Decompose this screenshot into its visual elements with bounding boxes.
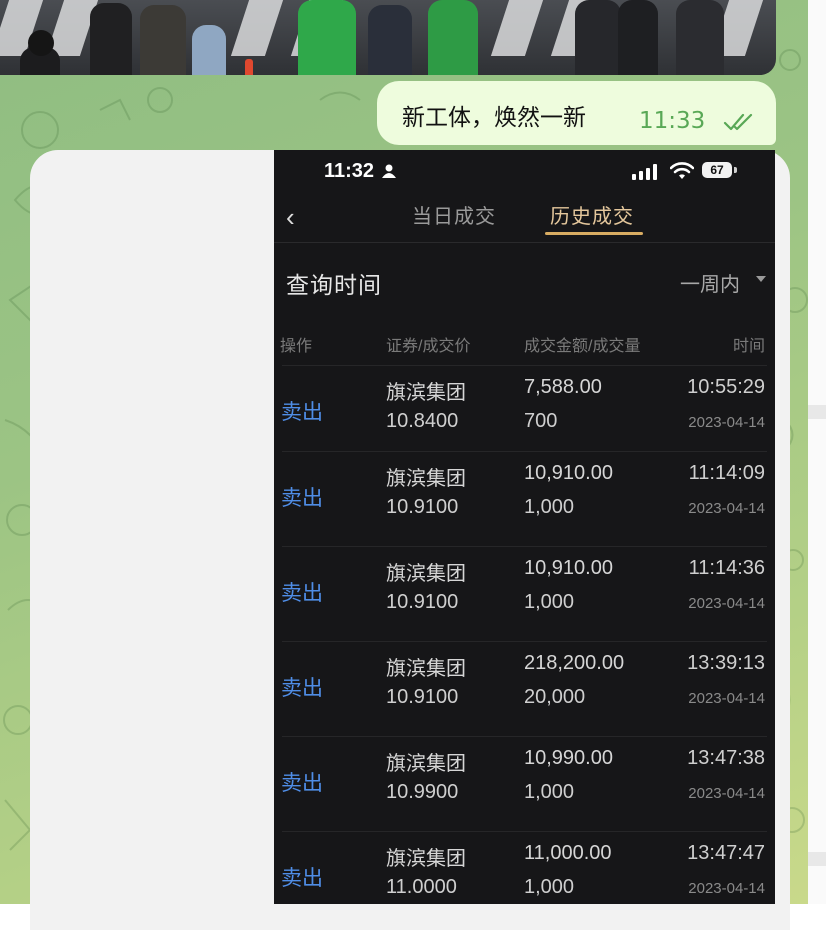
trade-quantity: 1,000 [524, 591, 575, 613]
message-time: 11:33 [639, 108, 706, 134]
security-name: 旗滨集团 [386, 382, 466, 404]
trade-time: 11:14:09 [688, 462, 765, 484]
security-name: 旗滨集团 [386, 848, 466, 870]
trade-date: 2023-04-14 [688, 880, 765, 897]
trade-date: 2023-04-14 [688, 785, 765, 802]
panel-divider [808, 852, 826, 866]
panel-divider [808, 405, 826, 419]
trade-amount: 10,910.00 [524, 557, 613, 579]
double-check-icon [723, 113, 753, 131]
trade-date: 2023-04-14 [688, 414, 765, 431]
caret-down-icon [756, 276, 766, 282]
table-row[interactable]: 卖出 旗滨集团 10.9900 10,990.00 1,000 13:47:38… [274, 736, 775, 831]
table-row[interactable]: 卖出 旗滨集团 10.9100 10,910.00 1,000 11:14:36… [274, 546, 775, 641]
trade-time: 11:14:36 [688, 557, 765, 579]
trade-amount: 11,000.00 [524, 842, 612, 864]
person-icon [382, 164, 396, 178]
sell-action: 卖出 [281, 401, 323, 424]
trade-time: 13:47:38 [687, 747, 765, 769]
trade-quantity: 1,000 [524, 781, 575, 803]
trade-price: 11.0000 [386, 876, 457, 898]
battery-icon: 67 [702, 162, 732, 178]
security-name: 旗滨集团 [386, 468, 466, 490]
column-header-time: 时间 [732, 338, 765, 355]
security-name: 旗滨集团 [386, 753, 466, 775]
trade-quantity: 1,000 [524, 876, 575, 898]
tab-history-trades[interactable]: 历史成交 [550, 200, 634, 229]
back-chevron-icon[interactable]: ‹ [286, 202, 295, 233]
tab-today-trades[interactable]: 当日成交 [412, 200, 496, 229]
outgoing-message-bubble[interactable]: 新工体，焕然一新 11:33 [377, 81, 776, 145]
right-panel-edge [808, 0, 826, 904]
trade-price: 10.8400 [386, 410, 459, 432]
trade-amount: 7,588.00 [524, 376, 602, 398]
trade-amount: 218,200.00 [524, 652, 625, 674]
message-text: 新工体，焕然一新 [402, 105, 586, 131]
trade-time: 13:39:13 [687, 652, 765, 674]
column-header-security: 证券/成交价 [386, 338, 471, 355]
trade-date: 2023-04-14 [688, 500, 765, 517]
status-bar-time: 11:32 [324, 160, 375, 182]
table-row[interactable]: 卖出 旗滨集团 10.9100 10,910.00 1,000 11:14:09… [274, 451, 775, 546]
trade-price: 10.9100 [386, 496, 459, 518]
sell-action: 卖出 [281, 582, 323, 605]
column-header-amount: 成交金额/成交量 [524, 338, 641, 355]
photo-message[interactable] [0, 0, 776, 75]
wifi-icon [670, 162, 694, 179]
trade-price: 10.9900 [386, 781, 459, 803]
security-name: 旗滨集团 [386, 658, 466, 680]
trade-quantity: 20,000 [524, 686, 586, 708]
trade-time: 13:47:47 [687, 842, 765, 864]
sell-action: 卖出 [281, 487, 323, 510]
header-divider [274, 242, 775, 243]
trade-price: 10.9100 [386, 591, 459, 613]
table-row[interactable]: 卖出 旗滨集团 10.9100 218,200.00 20,000 13:39:… [274, 641, 775, 736]
trade-price: 10.9100 [386, 686, 459, 708]
time-range-select[interactable]: 一周内 [680, 268, 740, 297]
sell-action: 卖出 [281, 772, 323, 795]
sell-action: 卖出 [281, 867, 323, 890]
column-header-action: 操作 [280, 338, 313, 355]
trade-date: 2023-04-14 [688, 690, 765, 707]
query-time-label: 查询时间 [286, 272, 382, 298]
signal-icon [632, 164, 657, 180]
trade-time: 10:55:29 [687, 376, 765, 398]
trade-date: 2023-04-14 [688, 595, 765, 612]
trade-quantity: 1,000 [524, 496, 575, 518]
table-row[interactable]: 卖出 旗滨集团 11.0000 11,000.00 1,000 13:47:47… [274, 831, 775, 904]
phone-screenshot-image[interactable]: 11:32 67 ‹ 当日成交 历史成交 查询时间 一周内 操作 证券/成交价 … [274, 150, 775, 904]
trade-quantity: 700 [524, 410, 558, 432]
table-row[interactable]: 卖出 旗滨集团 10.8400 7,588.00 700 10:55:29 20… [274, 365, 775, 460]
active-tab-indicator [545, 232, 643, 235]
trade-amount: 10,910.00 [524, 462, 613, 484]
trade-amount: 10,990.00 [524, 747, 613, 769]
sell-action: 卖出 [281, 677, 323, 700]
security-name: 旗滨集团 [386, 563, 466, 585]
